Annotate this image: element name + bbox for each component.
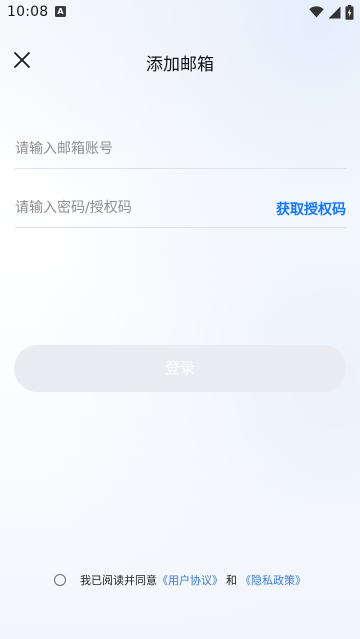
- status-icons: [309, 4, 354, 20]
- status-bar: 10:08 A: [0, 0, 360, 24]
- cellular-signal-icon: [328, 6, 341, 19]
- login-button[interactable]: 登录: [14, 345, 346, 392]
- agreement-radio[interactable]: [54, 574, 66, 586]
- password-field: 获取授权码: [15, 187, 346, 228]
- battery-charging-icon: [345, 4, 354, 20]
- agreement-and: 和: [226, 574, 237, 587]
- status-time: 10:08: [7, 4, 49, 20]
- email-input[interactable]: [15, 138, 265, 160]
- wifi-icon: [309, 6, 324, 18]
- header: 添加邮箱: [0, 44, 360, 76]
- privacy-policy-link[interactable]: 《隐私政策》: [240, 572, 306, 588]
- notification-a-icon: A: [55, 6, 66, 17]
- get-auth-code-link[interactable]: 获取授权码: [276, 199, 346, 219]
- email-field: [15, 128, 346, 169]
- agreement-row: 我已阅读并同意 《用户协议》 和 《隐私政策》: [0, 570, 360, 590]
- password-input[interactable]: [15, 197, 265, 219]
- page-title: 添加邮箱: [146, 55, 214, 75]
- user-agreement-link[interactable]: 《用户协议》: [157, 572, 223, 588]
- agreement-prefix: 我已阅读并同意: [80, 574, 157, 587]
- screen: 10:08 A 添加邮箱 请输入邮箱账号 获取授权码 登录 我已阅读并同意 《用…: [0, 0, 360, 639]
